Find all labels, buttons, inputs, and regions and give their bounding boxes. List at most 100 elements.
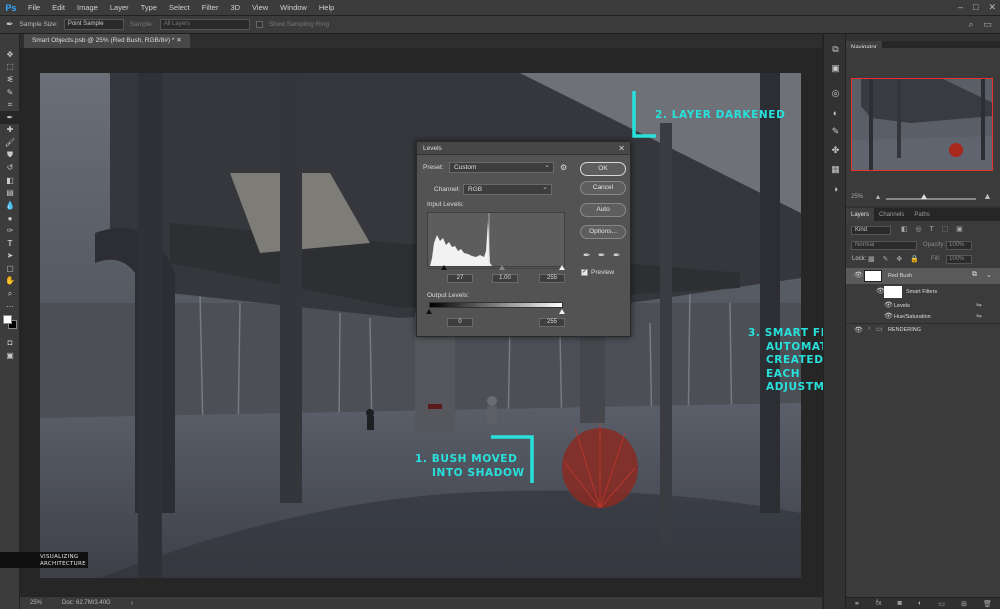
new-layer-icon[interactable]: ⊞ xyxy=(961,600,967,608)
move-tool-icon[interactable]: ✥ xyxy=(0,48,20,61)
options-button[interactable]: Options... xyxy=(580,225,626,239)
lasso-tool-icon[interactable]: ᓬ xyxy=(0,73,20,86)
pen-tool-icon[interactable]: ✑ xyxy=(0,224,20,237)
ok-button[interactable]: OK xyxy=(580,162,626,176)
navigator-zoom[interactable]: 25% xyxy=(851,194,863,200)
menu-layer[interactable]: Layer xyxy=(104,3,135,12)
levels-dialog-titlebar[interactable]: Levels ✕ xyxy=(417,142,630,155)
zoom-out-icon[interactable]: ▴ xyxy=(876,192,880,201)
menu-view[interactable]: View xyxy=(246,3,274,12)
preset-select[interactable]: Custom xyxy=(449,161,554,173)
close-icon[interactable]: ✕ xyxy=(988,2,996,13)
zoom-in-icon[interactable]: ▲ xyxy=(983,191,992,201)
gradient-tool-icon[interactable]: ▤ xyxy=(0,187,20,200)
preset-options-gear-icon[interactable]: ⚙ xyxy=(560,163,567,172)
document-tab[interactable]: Smart Objects.psb @ 25% (Red Bush, RGB/8… xyxy=(24,34,190,48)
filter-options-icon[interactable]: ⇋ xyxy=(976,301,982,309)
menu-filter[interactable]: Filter xyxy=(196,3,225,12)
clone-stamp-tool-icon[interactable]: ⛊ xyxy=(0,149,20,162)
quick-select-tool-icon[interactable]: ✎ xyxy=(0,86,20,99)
layer-row-hue-saturation[interactable]: 👁 Hue/Saturation ⇋ xyxy=(846,311,1000,322)
navigator-view-box[interactable] xyxy=(851,78,993,171)
auto-button[interactable]: Auto xyxy=(580,203,626,217)
visibility-eye-icon[interactable]: 👁 xyxy=(854,271,863,279)
layer-row-red-bush[interactable]: 👁 Red Bush ⧉ ⌄ xyxy=(846,268,1000,284)
link-layers-icon[interactable]: ⚭ xyxy=(854,600,860,608)
hand-tool-icon[interactable]: ✋ xyxy=(0,275,20,288)
output-black-slider[interactable] xyxy=(426,309,432,314)
add-mask-icon[interactable]: ◙ xyxy=(898,600,902,607)
black-eyedropper-icon[interactable]: ✒ xyxy=(583,250,591,261)
layer-row-levels[interactable]: 👁 Levels ⇋ xyxy=(846,300,1000,311)
crop-tool-icon[interactable]: ⌗ xyxy=(0,98,20,111)
gray-eyedropper-icon[interactable]: ✒ xyxy=(598,250,606,261)
dodge-tool-icon[interactable]: ● xyxy=(0,212,20,225)
eraser-tool-icon[interactable]: ◧ xyxy=(0,174,20,187)
visibility-eye-icon[interactable]: 👁 xyxy=(884,312,893,320)
menu-3d[interactable]: 3D xyxy=(224,3,246,12)
marquee-tool-icon[interactable]: ⬚ xyxy=(0,61,20,74)
layer-filter-icons[interactable]: ◧ ◎ T ⬚ ▣ xyxy=(901,225,966,233)
input-white-field[interactable]: 255 xyxy=(539,274,565,283)
styles-icon[interactable]: ✤ xyxy=(824,141,847,160)
layer-row-smart-filters[interactable]: 👁 Smart Filters xyxy=(846,285,1000,299)
menu-edit[interactable]: Edit xyxy=(46,3,71,12)
layer-style-icon[interactable]: fx xyxy=(876,600,881,607)
fill-field[interactable]: 100% xyxy=(946,255,972,264)
chevron-down-icon[interactable]: ⌄ xyxy=(986,271,992,279)
navigator-zoom-slider[interactable] xyxy=(886,198,976,200)
new-group-icon[interactable]: ▭ xyxy=(938,600,945,608)
tab-layers[interactable]: Layers xyxy=(846,208,875,222)
status-zoom[interactable]: 25% xyxy=(30,600,42,606)
chevron-right-icon[interactable]: › xyxy=(131,600,133,607)
sample-size-select[interactable]: Point Sample xyxy=(63,19,124,30)
quick-mask-icon[interactable]: ◘ xyxy=(0,336,20,349)
menu-file[interactable]: File xyxy=(22,3,46,12)
input-slider-track[interactable] xyxy=(427,268,565,269)
more-tools-icon[interactable]: ⋯ xyxy=(0,300,20,313)
rectangle-tool-icon[interactable]: ▢ xyxy=(0,262,20,275)
input-black-field[interactable]: 27 xyxy=(447,274,473,283)
adjustments-icon[interactable]: ◐ xyxy=(824,103,847,122)
eyedropper-tool-icon[interactable]: ✒ xyxy=(6,19,14,30)
screen-mode-icon[interactable]: ▣ xyxy=(0,349,20,362)
visibility-eye-icon[interactable]: 👁 xyxy=(884,301,893,309)
history-brush-tool-icon[interactable]: ↺ xyxy=(0,161,20,174)
show-sampling-ring-checkbox[interactable] xyxy=(255,21,263,28)
path-selection-tool-icon[interactable]: ➤ xyxy=(0,250,20,263)
menu-select[interactable]: Select xyxy=(163,3,196,12)
input-gamma-slider[interactable] xyxy=(499,265,505,270)
search-icon[interactable]: ⌕ xyxy=(968,19,973,30)
tab-paths[interactable]: Paths xyxy=(909,208,934,222)
minimize-icon[interactable]: – xyxy=(958,2,963,13)
healing-brush-tool-icon[interactable]: ✚ xyxy=(0,124,20,137)
input-black-slider[interactable] xyxy=(441,265,447,270)
maximize-icon[interactable]: □ xyxy=(973,2,978,13)
tab-channels[interactable]: Channels xyxy=(874,208,909,222)
navigator-zoom-handle[interactable] xyxy=(921,194,927,199)
menu-window[interactable]: Window xyxy=(274,3,313,12)
info-icon[interactable]: ◎ xyxy=(824,84,847,103)
properties-icon[interactable]: ▣ xyxy=(824,59,847,78)
brush-tool-icon[interactable]: 🖌 xyxy=(0,136,20,149)
input-white-slider[interactable] xyxy=(559,265,565,270)
color-icon[interactable]: ◑ xyxy=(824,179,847,198)
menu-help[interactable]: Help xyxy=(313,3,340,12)
adjustment-layer-icon[interactable]: ◐ xyxy=(918,600,922,607)
filter-options-icon[interactable]: ⇋ xyxy=(976,312,982,320)
swatches-icon[interactable]: ▦ xyxy=(824,160,847,179)
menu-type[interactable]: Type xyxy=(135,3,163,12)
layer-row-rendering[interactable]: 👁 › ▭ RENDERING xyxy=(846,323,1000,335)
close-tab-icon[interactable]: ✕ xyxy=(176,37,181,44)
history-icon[interactable]: ⧉ xyxy=(824,40,847,59)
chevron-right-icon[interactable]: › xyxy=(868,325,870,332)
channel-select[interactable]: RGB xyxy=(463,183,552,195)
visibility-eye-icon[interactable]: 👁 xyxy=(854,326,863,334)
color-swatches[interactable] xyxy=(0,312,19,336)
output-white-field[interactable]: 255 xyxy=(539,318,565,327)
blend-mode-select[interactable]: Normal xyxy=(851,241,917,250)
blur-tool-icon[interactable]: 💧 xyxy=(0,199,20,212)
type-tool-icon[interactable]: T xyxy=(0,237,20,250)
eyedropper-tool-icon[interactable]: ✒ xyxy=(0,110,20,124)
workspace-icon[interactable]: ▭ xyxy=(983,19,992,30)
